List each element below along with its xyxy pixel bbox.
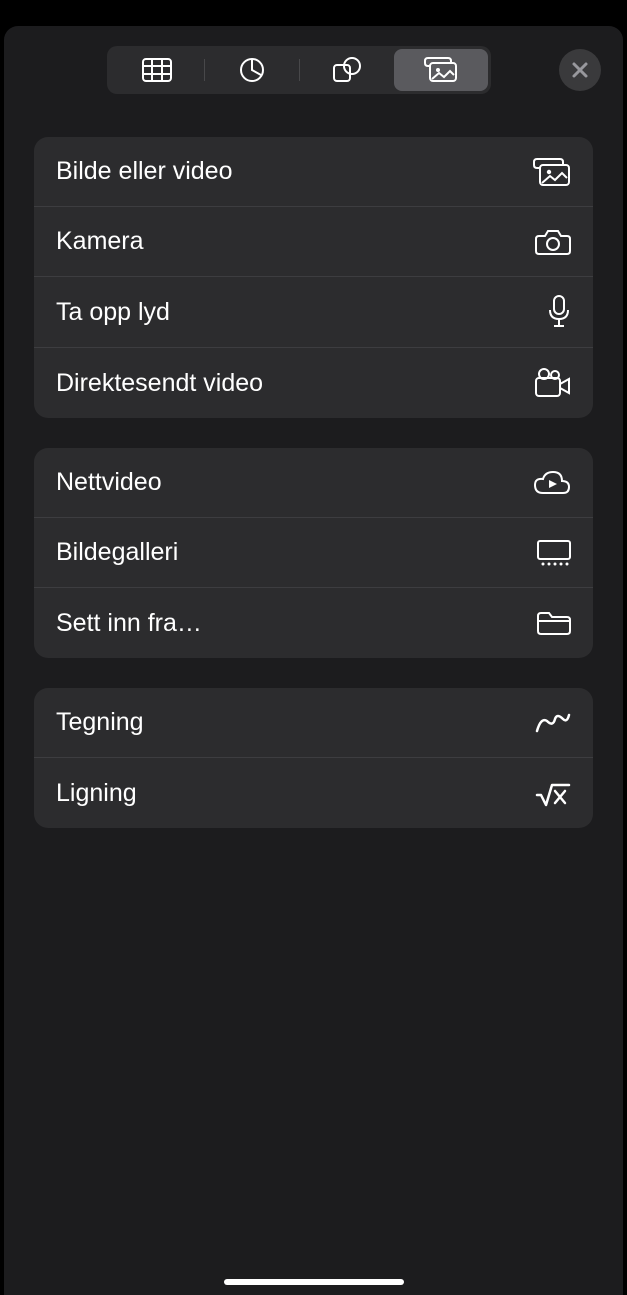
video-camera-icon [535,368,571,398]
seg-chart[interactable] [205,49,299,91]
media-icon [424,57,458,83]
photo-stack-icon [533,157,571,187]
equation-icon [535,779,571,807]
sheet-header [4,46,623,102]
scribble-icon [535,711,571,735]
row-label: Sett inn fra… [56,609,202,638]
home-indicator[interactable] [224,1279,404,1285]
row-label: Bildegalleri [56,538,178,567]
gallery-icon [537,540,571,566]
shape-icon [332,57,362,83]
row-photo-video[interactable]: Bilde eller video [34,137,593,207]
microphone-icon [547,295,571,329]
row-web-video[interactable]: Nettvideo [34,448,593,518]
row-live-video[interactable]: Direktesendt video [34,348,593,418]
row-drawing[interactable]: Tegning [34,688,593,758]
row-label: Nettvideo [56,468,162,497]
seg-media[interactable] [394,49,488,91]
seg-shape[interactable] [300,49,394,91]
row-label: Bilde eller video [56,157,233,186]
row-label: Direktesendt video [56,369,263,398]
camera-icon [535,228,571,256]
group-drawing: Tegning Ligning [34,688,593,828]
row-record-audio[interactable]: Ta opp lyd [34,277,593,348]
close-icon [571,61,589,79]
row-camera[interactable]: Kamera [34,207,593,277]
insert-sheet: Bilde eller video Kamera [4,26,623,1295]
folder-icon [537,610,571,636]
insert-content: Bilde eller video Kamera [4,102,623,828]
cloud-play-icon [533,470,571,496]
insert-type-segmented [107,46,491,94]
row-label: Ta opp lyd [56,298,170,327]
chart-icon [239,57,265,83]
row-label: Kamera [56,227,144,256]
group-web: Nettvideo Bildegalleri [34,448,593,658]
row-image-gallery[interactable]: Bildegalleri [34,518,593,588]
row-insert-from[interactable]: Sett inn fra… [34,588,593,658]
group-media: Bilde eller video Kamera [34,137,593,418]
seg-table[interactable] [110,49,204,91]
close-button[interactable] [559,49,601,91]
table-icon [142,58,172,82]
row-equation[interactable]: Ligning [34,758,593,828]
row-label: Ligning [56,779,137,808]
row-label: Tegning [56,708,144,737]
